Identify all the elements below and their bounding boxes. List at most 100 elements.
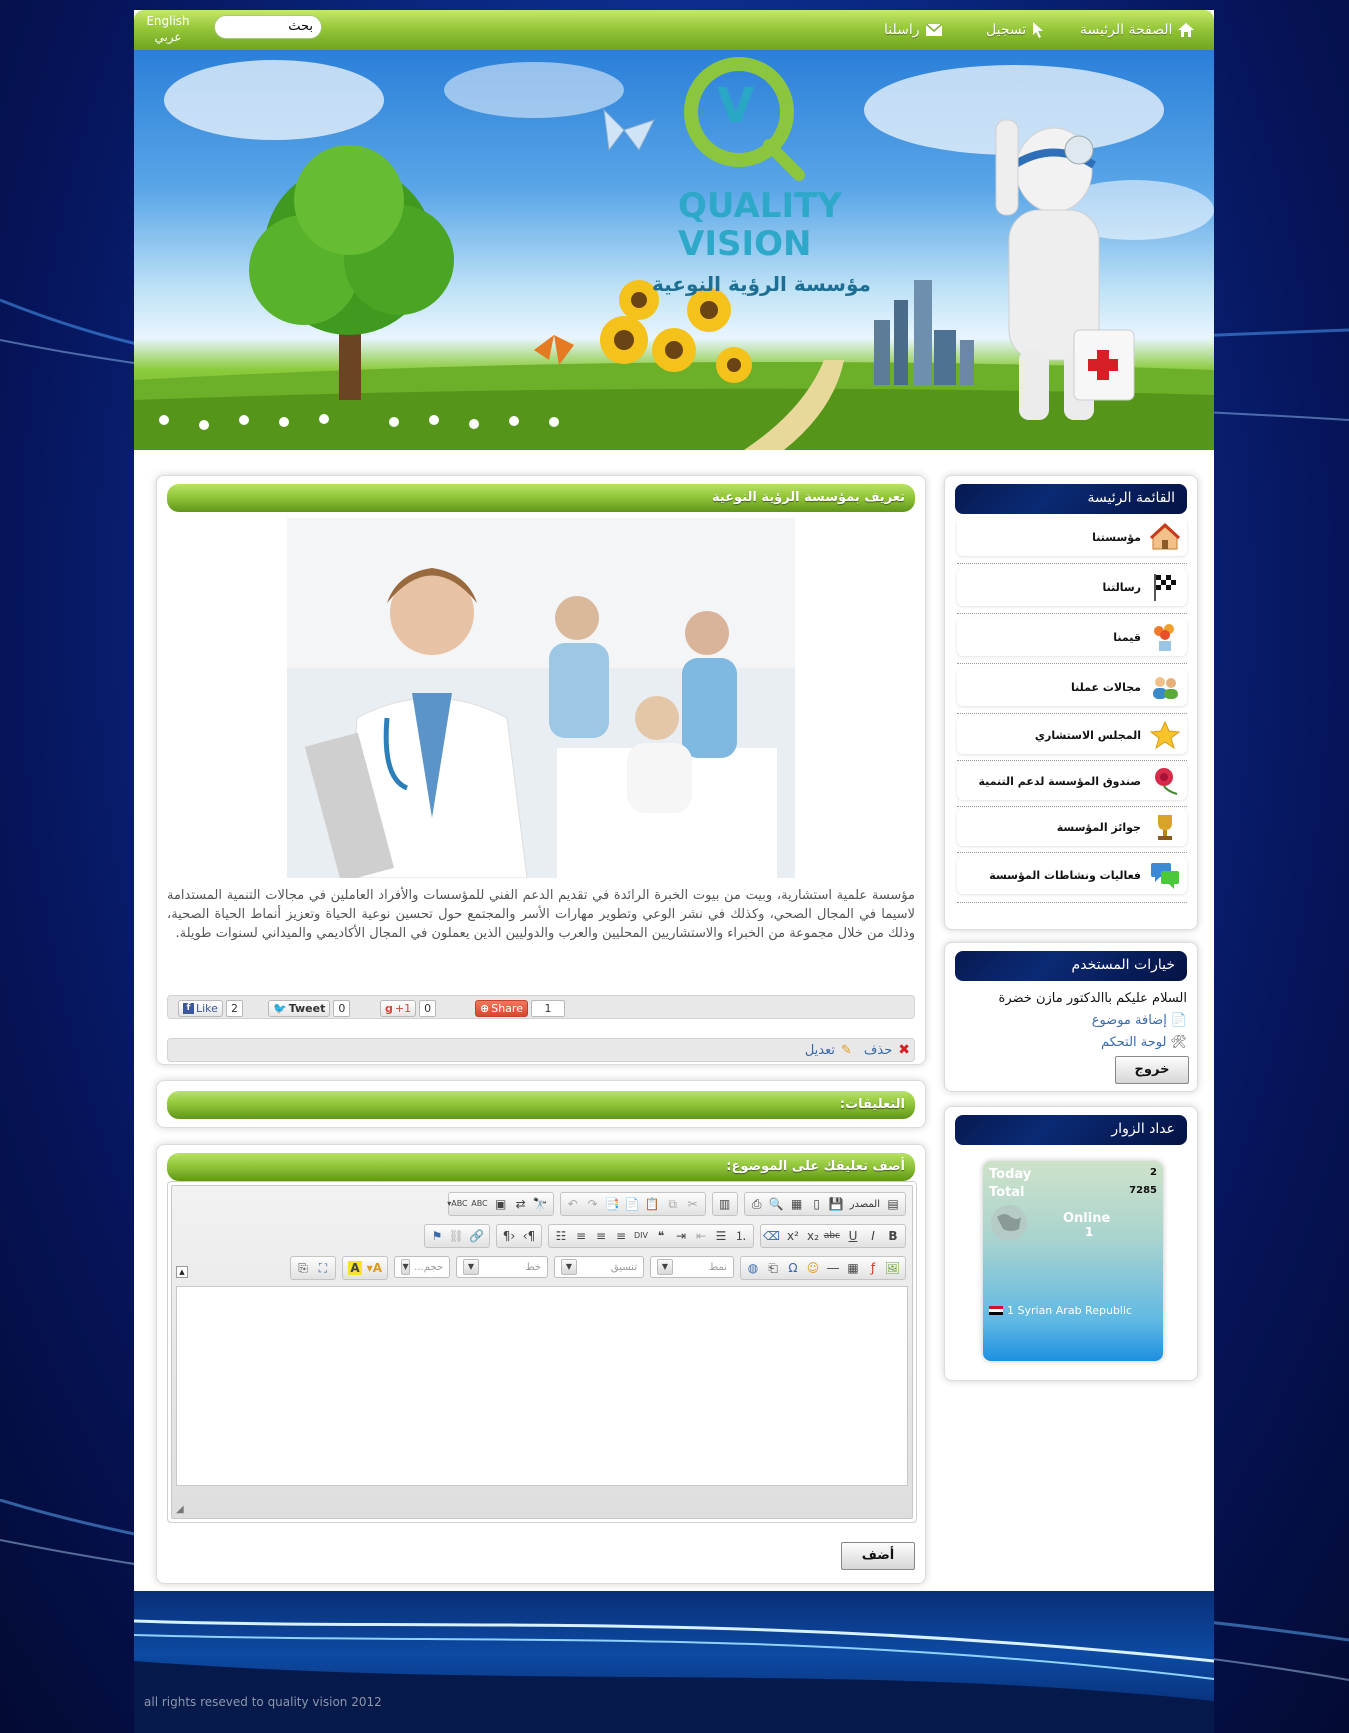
add-document-icon: 📄	[1170, 1013, 1187, 1028]
copy-icon[interactable]: ⧉	[666, 1197, 680, 1211]
div-icon[interactable]: DIV	[634, 1229, 648, 1243]
delete-icon[interactable]: ✖	[898, 1042, 910, 1058]
format-select[interactable]: تنسيق ▼	[554, 1256, 644, 1278]
delete-link[interactable]: حذف	[864, 1043, 892, 1058]
paste-word-icon[interactable]: 📑	[605, 1197, 620, 1211]
preview-icon[interactable]: 🔍	[769, 1197, 784, 1211]
spellcheck-dropdown-icon[interactable]: ABC▾	[447, 1197, 467, 1211]
source-icon[interactable]: ▤	[886, 1197, 900, 1211]
trophy-icon	[1158, 815, 1172, 840]
nav-contact[interactable]: راسلنا	[884, 20, 942, 40]
smiley-icon[interactable]: ☺	[806, 1261, 820, 1275]
remove-format-icon[interactable]: ⌫	[763, 1229, 780, 1243]
indent-icon[interactable]: ⇥	[674, 1229, 688, 1243]
logout-button[interactable]: خروج	[1115, 1056, 1189, 1084]
size-select[interactable]: حجم... ▼	[394, 1256, 450, 1278]
lang-english[interactable]: English	[140, 13, 196, 29]
gplus-widget[interactable]: g +1 0	[380, 999, 437, 1017]
align-center-icon[interactable]: ≡	[594, 1229, 608, 1243]
page-break-icon[interactable]: ⎗	[766, 1261, 780, 1275]
tweet-widget[interactable]: 🐦 Tweet 0	[268, 999, 351, 1017]
sidebar-item-advisory-board[interactable]: المجلس الاستشاري	[957, 716, 1187, 754]
sidebar-item-events[interactable]: فعاليات ونشاطات المؤسسة	[957, 856, 1187, 894]
flash-icon[interactable]: ƒ	[866, 1261, 880, 1275]
sidebar-item-our-message[interactable]: رسالتنا	[957, 568, 1187, 606]
chevron-down-icon: ▼	[401, 1259, 411, 1275]
superscript-icon[interactable]: x²	[786, 1229, 800, 1243]
numbered-list-icon[interactable]: ⒈	[734, 1229, 748, 1243]
spellcheck-icon[interactable]: ABC	[471, 1197, 487, 1211]
image-icon[interactable]: 🖼	[885, 1261, 900, 1275]
lang-arabic[interactable]: عربي	[140, 29, 196, 45]
rich-text-editor: ▤ المصدر 💾 ▯ ▦ 🔍 ⎙ ▥ ✂ ⧉ 📋 📄 📑 ↷ ↶ 🔭 ⇄ ▣…	[171, 1185, 913, 1519]
style-select-label: نمط	[708, 1261, 727, 1273]
table-icon[interactable]: ▦	[846, 1261, 860, 1275]
sidebar-item-our-institution[interactable]: مؤسستنا	[957, 518, 1187, 556]
sidebar-item-awards[interactable]: جوائز المؤسسة	[957, 808, 1187, 846]
submit-comment-button[interactable]: أضف	[841, 1542, 915, 1570]
select-all-icon[interactable]: ▣	[494, 1197, 508, 1211]
subscript-icon[interactable]: x₂	[806, 1229, 820, 1243]
document-icon[interactable]: ▥	[718, 1197, 732, 1211]
underline-icon[interactable]: U	[846, 1229, 860, 1243]
pencil-icon[interactable]: ✎	[841, 1043, 852, 1058]
resize-handle-icon[interactable]: ◢	[176, 1504, 188, 1516]
share-widget[interactable]: ⊕ Share 1	[475, 999, 565, 1017]
add-topic-link[interactable]: 📄 إضافة موضوع	[1092, 1013, 1187, 1028]
anchor-icon[interactable]: ⚑	[430, 1229, 444, 1243]
visitor-counter-title: عداد الزوار	[955, 1115, 1187, 1145]
footer: all rights reseved to quality vision 201…	[134, 1591, 1214, 1733]
new-page-icon[interactable]: ▯	[810, 1197, 824, 1211]
redo-icon[interactable]: ↷	[586, 1197, 600, 1211]
paste-text-icon[interactable]: 📄	[625, 1197, 640, 1211]
style-select[interactable]: نمط ▼	[650, 1256, 734, 1278]
cut-icon[interactable]: ✂	[686, 1197, 700, 1211]
templates-icon[interactable]: ▦	[790, 1197, 804, 1211]
sidebar-item-work-areas[interactable]: مجالات عملنا	[957, 668, 1187, 706]
find-icon[interactable]: 🔭	[533, 1197, 548, 1211]
control-panel-link[interactable]: 🛠 لوحة التحكم	[1101, 1035, 1187, 1050]
iframe-icon[interactable]: ◍	[746, 1261, 760, 1275]
sidebar-item-development-fund[interactable]: صندوق المؤسسة لدعم التنمية	[957, 762, 1187, 800]
save-icon[interactable]: 💾	[829, 1197, 844, 1211]
undo-icon[interactable]: ↶	[566, 1197, 580, 1211]
edit-link[interactable]: تعديل	[805, 1043, 835, 1058]
font-select[interactable]: خط ▼	[456, 1256, 548, 1278]
italic-icon[interactable]: I	[866, 1229, 880, 1243]
text-color-icon[interactable]: A	[348, 1261, 362, 1275]
nav-register[interactable]: تسجيل	[986, 20, 1044, 40]
unlink-icon[interactable]: ⛓	[449, 1229, 464, 1243]
outdent-icon[interactable]: ⇤	[694, 1229, 708, 1243]
bulleted-list-icon[interactable]: ☰	[714, 1229, 728, 1243]
special-char-icon[interactable]: Ω	[786, 1261, 800, 1275]
bg-color-icon[interactable]: A▾	[367, 1261, 382, 1275]
maximize-icon[interactable]: ⛶	[316, 1261, 330, 1275]
replace-icon[interactable]: ⇄	[514, 1197, 528, 1211]
article-panel: تعريف بمؤسسة الرؤية النوعية مؤسسة علمية …	[156, 475, 926, 1065]
collapse-toolbar-icon[interactable]: ▲	[176, 1266, 188, 1278]
blockquote-icon[interactable]: ❝	[654, 1229, 668, 1243]
sidebar-item-our-values[interactable]: قيمنا	[957, 618, 1187, 656]
checkered-flag-icon	[1154, 574, 1176, 601]
horizontal-line-icon[interactable]: ―	[826, 1261, 840, 1275]
show-blocks-icon[interactable]: ⎘	[296, 1261, 310, 1275]
search-input[interactable]: بحث	[214, 15, 322, 39]
ltr-icon[interactable]: ¶›	[522, 1229, 536, 1243]
envelope-icon	[925, 24, 942, 36]
editor-content-area[interactable]	[176, 1286, 908, 1486]
footer-swoosh	[134, 1619, 1214, 1733]
align-left-icon[interactable]: ≡	[614, 1229, 628, 1243]
strike-icon[interactable]: abc	[824, 1229, 840, 1243]
nav-home[interactable]: الصفحة الرئيسة	[1080, 20, 1195, 40]
print-icon[interactable]: ⎙	[750, 1197, 764, 1211]
source-button[interactable]: المصدر	[850, 1199, 880, 1210]
bold-icon[interactable]: B	[886, 1229, 900, 1243]
toolbar-row-2: B I U abc x₂ x² ⌫ ⒈ ☰ ⇤ ⇥ ❝ DIV ≡ ≡ ≡ ☷ …	[424, 1224, 906, 1248]
justify-icon[interactable]: ☷	[554, 1229, 568, 1243]
chat-icon	[1151, 863, 1179, 889]
align-right-icon[interactable]: ≡	[574, 1229, 588, 1243]
rtl-icon[interactable]: ‹¶	[502, 1229, 516, 1243]
paste-icon[interactable]: 📋	[645, 1197, 660, 1211]
facebook-like-widget[interactable]: f Like 2	[178, 999, 243, 1017]
link-icon[interactable]: 🔗	[469, 1229, 484, 1243]
